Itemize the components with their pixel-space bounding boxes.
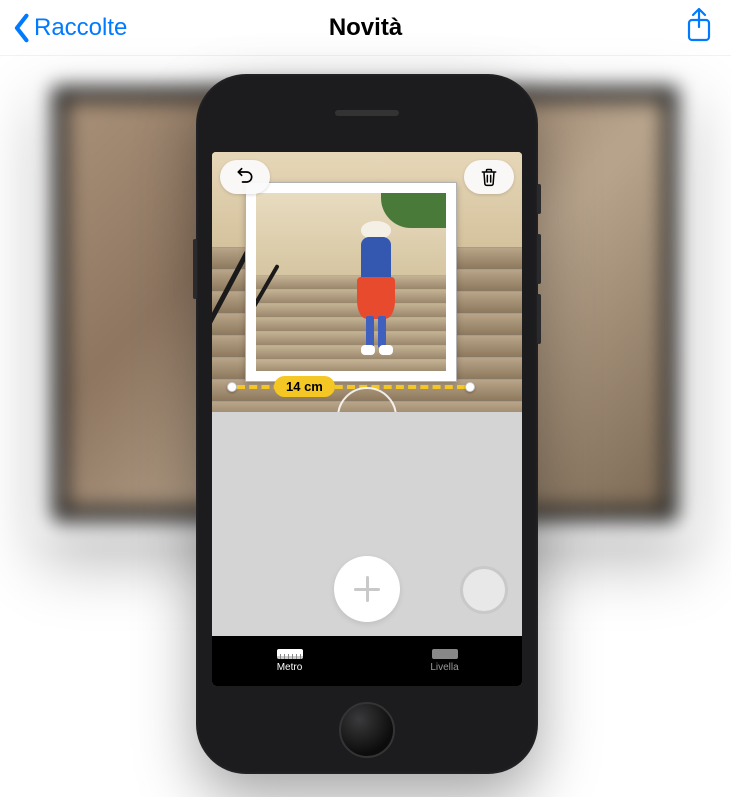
undo-button[interactable] (220, 160, 270, 194)
share-button[interactable] (685, 7, 713, 48)
back-label: Raccolte (34, 14, 127, 42)
ruler-icon (277, 649, 303, 659)
back-button[interactable]: Raccolte (12, 13, 127, 43)
add-point-button[interactable] (334, 556, 400, 622)
measured-object (245, 182, 457, 382)
tab-metro[interactable]: Metro (212, 636, 367, 686)
phone-mockup: 14 cm Metro Livella (196, 74, 538, 774)
measurement-label[interactable]: 14 cm (274, 376, 335, 397)
chevron-left-icon (12, 13, 30, 43)
capture-button[interactable] (460, 566, 508, 614)
trash-button[interactable] (464, 160, 514, 194)
share-icon (685, 7, 713, 43)
camera-viewport: 14 cm (212, 152, 522, 412)
undo-icon (235, 167, 255, 187)
trash-icon (479, 167, 499, 187)
tab-livella[interactable]: Livella (367, 636, 522, 686)
content-area: 14 cm Metro Livella (0, 56, 731, 797)
phone-screen: 14 cm Metro Livella (212, 152, 522, 686)
tab-label: Livella (430, 662, 458, 673)
measurement-line[interactable] (227, 384, 475, 390)
tab-label: Metro (277, 662, 303, 673)
page-title: Novità (329, 14, 402, 42)
home-button[interactable] (339, 702, 395, 758)
measurement-endpoint[interactable] (465, 382, 475, 392)
navigation-bar: Raccolte Novità (0, 0, 731, 56)
controls-area (212, 412, 522, 636)
tab-bar: Metro Livella (212, 636, 522, 686)
level-icon (432, 649, 458, 659)
measurement-endpoint[interactable] (227, 382, 237, 392)
